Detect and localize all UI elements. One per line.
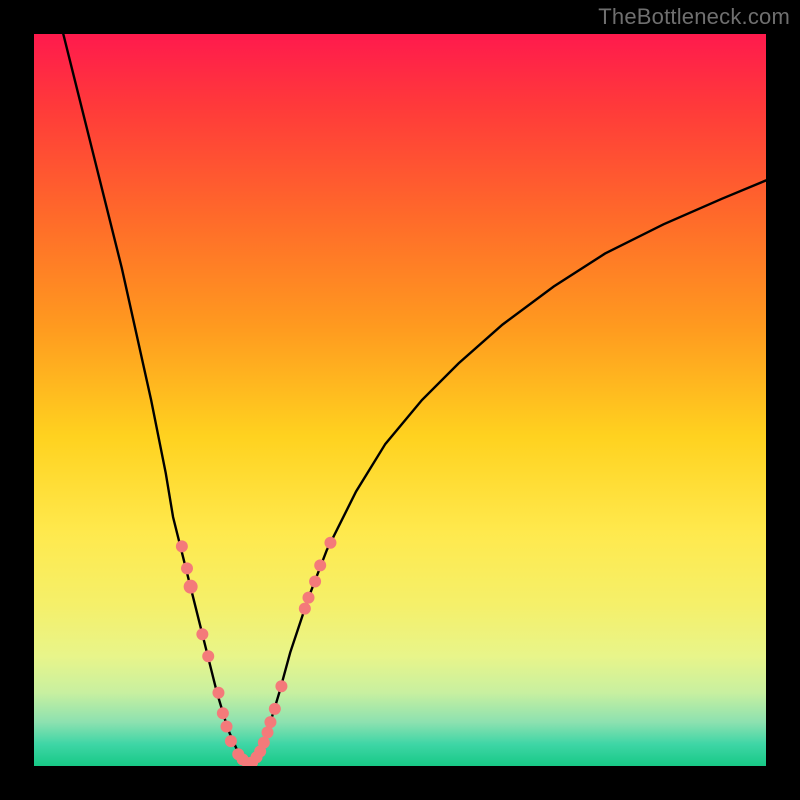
highlight-dot: [303, 592, 315, 604]
highlight-dot: [181, 562, 193, 574]
highlight-dot: [324, 537, 336, 549]
highlight-dot: [212, 687, 224, 699]
highlight-dot: [202, 650, 214, 662]
highlight-dot: [299, 603, 311, 615]
chart-overlay: [34, 34, 766, 766]
highlight-dot: [217, 707, 229, 719]
highlight-dot: [225, 735, 237, 747]
highlight-dot: [309, 576, 321, 588]
curve-right-branch: [248, 180, 766, 763]
highlight-dot: [184, 580, 198, 594]
curve-left-branch: [63, 34, 247, 764]
highlight-dot: [196, 628, 208, 640]
highlight-dot: [264, 716, 276, 728]
highlight-dot: [262, 726, 274, 738]
chart-stage: TheBottleneck.com: [0, 0, 800, 800]
highlight-dot: [221, 720, 233, 732]
watermark-text: TheBottleneck.com: [598, 4, 790, 30]
highlight-dot: [275, 680, 287, 692]
highlight-dot: [258, 737, 270, 749]
highlight-dot: [314, 559, 326, 571]
highlight-dot: [269, 703, 281, 715]
highlight-dots-group: [176, 537, 337, 766]
highlight-dot: [176, 540, 188, 552]
